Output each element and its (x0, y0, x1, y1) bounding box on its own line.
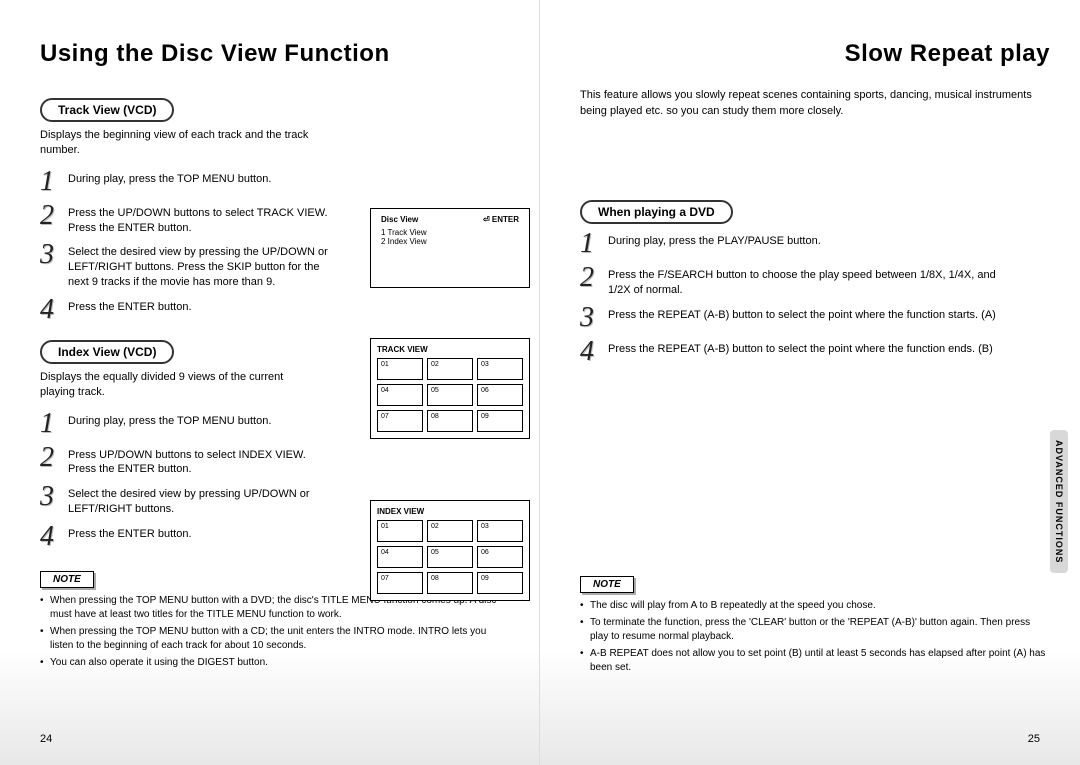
grid-cell: 09 (477, 572, 523, 594)
grid-cell: 06 (477, 546, 523, 568)
grid-cell: 08 (427, 410, 473, 432)
osd-line: 1 Track View (381, 228, 519, 237)
grid-cell: 05 (427, 546, 473, 568)
pill-index-view: Index View (VCD) (40, 340, 174, 364)
grid-cell: 01 (377, 358, 423, 380)
grid-cell: 03 (477, 358, 523, 380)
grid-cell: 08 (427, 572, 473, 594)
grid-cell: 03 (477, 520, 523, 542)
left-body: Track View (VCD) Displays the beginning … (40, 88, 509, 670)
step-number: 2 (40, 444, 68, 472)
step-number: 4 (40, 523, 68, 551)
left-page: Using the Disc View Function Track View … (0, 0, 540, 765)
step-number: 1 (40, 168, 68, 196)
step-text: Press the F/SEARCH button to choose the … (608, 264, 1008, 298)
page-number-right: 25 (1028, 733, 1040, 745)
step-text: Select the desired view by pressing the … (68, 241, 328, 290)
grid-cell: 07 (377, 410, 423, 432)
osd-line: 2 Index View (381, 237, 519, 246)
right-title: Slow Repeat play (580, 40, 1050, 68)
grid-cell: 06 (477, 384, 523, 406)
osd-enter-label: ENTER (483, 215, 519, 224)
step-number: 1 (580, 230, 608, 258)
note-item: To terminate the function, press the 'CL… (580, 616, 1050, 644)
pill-track-view: Track View (VCD) (40, 98, 174, 122)
left-notes: When pressing the TOP MENU button with a… (40, 594, 509, 670)
step-text: Press UP/DOWN buttons to select INDEX VI… (68, 444, 328, 478)
left-title: Using the Disc View Function (40, 40, 509, 68)
side-tab-advanced-functions: ADVANCED FUNCTIONS (1050, 430, 1068, 573)
step-number: 4 (580, 338, 608, 366)
step-text: Press the REPEAT (A-B) button to select … (608, 338, 993, 357)
step-text: Press the REPEAT (A-B) button to select … (608, 304, 996, 323)
note-item: A-B REPEAT does not allow you to set poi… (580, 647, 1050, 675)
grid-cell: 02 (427, 358, 473, 380)
step-text: During play, press the TOP MENU button. (68, 168, 271, 187)
right-steps: 1During play, press the PLAY/PAUSE butto… (580, 230, 1050, 366)
step-text: During play, press the PLAY/PAUSE button… (608, 230, 821, 249)
step-number: 4 (40, 296, 68, 324)
note-item: The disc will play from A to B repeatedl… (580, 599, 1050, 613)
osd-grid-title: INDEX VIEW (377, 507, 523, 516)
step-number: 1 (40, 410, 68, 438)
step-number: 3 (40, 483, 68, 511)
grid-cell: 04 (377, 546, 423, 568)
page-number-left: 24 (40, 733, 52, 745)
grid-cell: 01 (377, 520, 423, 542)
index-desc: Displays the equally divided 9 views of … (40, 370, 320, 400)
note-label: NOTE (40, 571, 94, 588)
step-text: Press the ENTER button. (68, 296, 192, 315)
osd-index-grid: INDEX VIEW 01 02 03 04 05 06 07 08 09 (370, 500, 530, 601)
note-label: NOTE (580, 576, 634, 593)
grid-cell: 09 (477, 410, 523, 432)
step-number: 2 (40, 202, 68, 230)
step-number: 3 (580, 304, 608, 332)
note-item: When pressing the TOP MENU button with a… (40, 625, 509, 653)
osd-title: Disc View (381, 215, 418, 224)
pill-when-playing-dvd: When playing a DVD (580, 200, 733, 224)
step-text: During play, press the TOP MENU button. (68, 410, 271, 429)
track-desc: Displays the beginning view of each trac… (40, 128, 320, 158)
step-text: Press the ENTER button. (68, 523, 192, 542)
right-page: Slow Repeat play This feature allows you… (540, 0, 1080, 765)
osd-grid-title: TRACK VIEW (377, 345, 523, 354)
step-number: 2 (580, 264, 608, 292)
step-text: Select the desired view by pressing UP/D… (68, 483, 328, 517)
grid-cell: 02 (427, 520, 473, 542)
note-item: You can also operate it using the DIGEST… (40, 656, 509, 670)
osd-disc-view: Disc View ENTER 1 Track View 2 Index Vie… (370, 208, 530, 288)
grid-cell: 04 (377, 384, 423, 406)
step-text: Press the UP/DOWN buttons to select TRAC… (68, 202, 328, 236)
step-number: 3 (40, 241, 68, 269)
grid-cell: 05 (427, 384, 473, 406)
right-notes: The disc will play from A to B repeatedl… (580, 599, 1050, 675)
right-intro: This feature allows you slowly repeat sc… (580, 88, 1050, 120)
grid-cell: 07 (377, 572, 423, 594)
osd-track-grid: TRACK VIEW 01 02 03 04 05 06 07 08 09 (370, 338, 530, 439)
